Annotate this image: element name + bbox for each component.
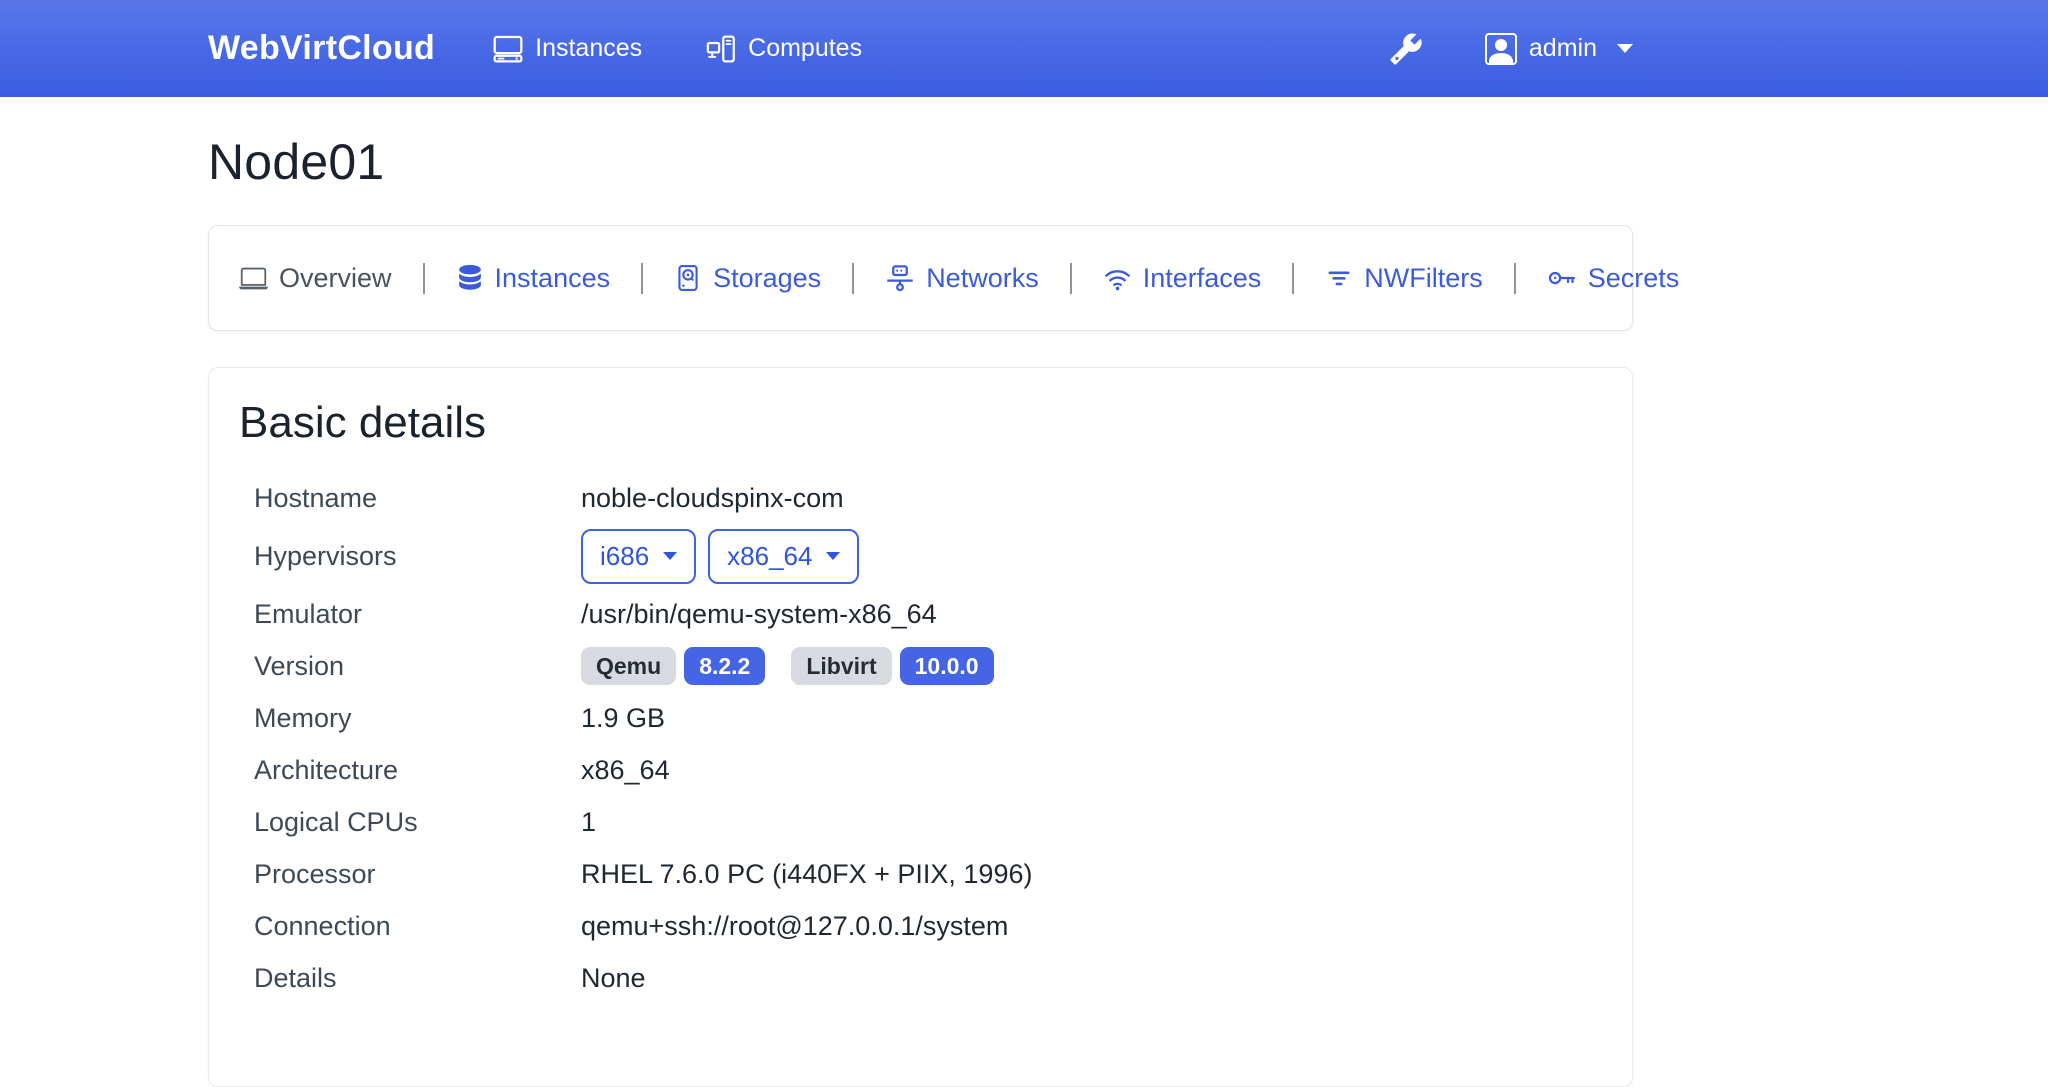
hypervisor-dropdown-label: i686 bbox=[600, 541, 649, 572]
hdd-icon bbox=[674, 264, 702, 292]
tab-secrets-label: Secrets bbox=[1588, 263, 1680, 294]
laptop-icon bbox=[239, 264, 268, 293]
navbar-inner: WebVirtCloud Instances bbox=[208, 0, 1633, 97]
version-badge-qemu: Qemu bbox=[581, 647, 676, 685]
detail-row-version: Version Qemu 8.2.2 Libvirt 10.0.0 bbox=[239, 640, 1602, 692]
tab-networks[interactable]: Networks bbox=[885, 263, 1039, 294]
user-menu[interactable]: admin bbox=[1485, 33, 1633, 65]
detail-label: Emulator bbox=[239, 599, 581, 630]
detail-value: qemu+ssh://root@127.0.0.1/system bbox=[581, 911, 1602, 942]
tab-separator bbox=[423, 263, 425, 294]
tab-instances-label: Instances bbox=[495, 263, 611, 294]
detail-value: Qemu 8.2.2 Libvirt 10.0.0 bbox=[581, 647, 1602, 685]
detail-value: RHEL 7.6.0 PC (i440FX + PIIX, 1996) bbox=[581, 859, 1602, 890]
detail-label: Details bbox=[239, 963, 581, 994]
wifi-icon bbox=[1103, 264, 1132, 293]
nav-item-instances[interactable]: Instances bbox=[493, 34, 642, 64]
detail-row-memory: Memory 1.9 GB bbox=[239, 692, 1602, 744]
detail-label: Memory bbox=[239, 703, 581, 734]
chevron-down-icon bbox=[1617, 44, 1633, 53]
detail-row-hostname: Hostname noble-cloudspinx-com bbox=[239, 472, 1602, 524]
detail-label: Architecture bbox=[239, 755, 581, 786]
tab-nwfilters[interactable]: NWFilters bbox=[1325, 263, 1482, 294]
tab-secrets[interactable]: Secrets bbox=[1547, 263, 1680, 294]
detail-value: 1.9 GB bbox=[581, 703, 1602, 734]
database-icon bbox=[456, 264, 484, 292]
basic-details-card: Basic details Hostname noble-cloudspinx-… bbox=[208, 367, 1633, 1087]
detail-label: Connection bbox=[239, 911, 581, 942]
detail-row-connection: Connection qemu+ssh://root@127.0.0.1/sys… bbox=[239, 900, 1602, 952]
app-brand[interactable]: WebVirtCloud bbox=[208, 29, 435, 68]
detail-label: Hypervisors bbox=[239, 541, 581, 572]
tab-interfaces[interactable]: Interfaces bbox=[1103, 263, 1262, 294]
main-content: Node01 Overview Instances bbox=[208, 133, 1633, 1087]
pc-display-icon bbox=[493, 34, 523, 64]
wrench-icon[interactable] bbox=[1389, 32, 1423, 66]
nav-computes-label: Computes bbox=[748, 34, 862, 63]
key-icon bbox=[1547, 263, 1577, 293]
filter-icon bbox=[1325, 264, 1353, 292]
detail-value: noble-cloudspinx-com bbox=[581, 483, 1602, 514]
detail-row-hypervisors: Hypervisors i686 x86_64 bbox=[239, 524, 1602, 588]
version-badge-qemu-version: 8.2.2 bbox=[684, 647, 765, 685]
version-badge-libvirt-version: 10.0.0 bbox=[900, 647, 994, 685]
page-title: Node01 bbox=[208, 133, 1633, 191]
detail-row-emulator: Emulator /usr/bin/qemu-system-x86_64 bbox=[239, 588, 1602, 640]
card-heading: Basic details bbox=[239, 398, 1602, 448]
detail-label: Version bbox=[239, 651, 581, 682]
detail-label: Logical CPUs bbox=[239, 807, 581, 838]
tab-storages[interactable]: Storages bbox=[674, 263, 821, 294]
chevron-down-icon bbox=[663, 552, 677, 560]
detail-value: /usr/bin/qemu-system-x86_64 bbox=[581, 599, 1602, 630]
person-square-icon bbox=[1485, 33, 1517, 65]
detail-value: None bbox=[581, 963, 1602, 994]
tab-separator bbox=[1292, 263, 1294, 294]
detail-value: 1 bbox=[581, 807, 1602, 838]
tab-interfaces-label: Interfaces bbox=[1143, 263, 1262, 294]
tab-overview[interactable]: Overview bbox=[239, 263, 392, 294]
tab-nwfilters-label: NWFilters bbox=[1364, 263, 1482, 294]
tab-storages-label: Storages bbox=[713, 263, 821, 294]
hypervisor-dropdown-label: x86_64 bbox=[727, 541, 812, 572]
tab-separator bbox=[641, 263, 643, 294]
pc-tower-icon bbox=[706, 34, 736, 64]
tab-separator bbox=[1514, 263, 1516, 294]
nav-item-computes[interactable]: Computes bbox=[706, 34, 862, 64]
detail-row-architecture: Architecture x86_64 bbox=[239, 744, 1602, 796]
node-tab-bar: Overview Instances bbox=[208, 225, 1633, 331]
top-navbar: WebVirtCloud Instances bbox=[0, 0, 2048, 97]
tab-separator bbox=[1070, 263, 1072, 294]
chevron-down-icon bbox=[826, 552, 840, 560]
detail-row-processor: Processor RHEL 7.6.0 PC (i440FX + PIIX, … bbox=[239, 848, 1602, 900]
navbar-right: admin bbox=[1389, 32, 1633, 66]
detail-row-logical-cpus: Logical CPUs 1 bbox=[239, 796, 1602, 848]
hypervisor-dropdown-i686[interactable]: i686 bbox=[581, 529, 696, 584]
detail-row-details: Details None bbox=[239, 952, 1602, 1004]
tab-instances[interactable]: Instances bbox=[456, 263, 611, 294]
detail-label: Hostname bbox=[239, 483, 581, 514]
tab-overview-label: Overview bbox=[279, 263, 392, 294]
detail-label: Processor bbox=[239, 859, 581, 890]
nav-instances-label: Instances bbox=[535, 34, 642, 63]
user-name: admin bbox=[1529, 34, 1597, 63]
tab-separator bbox=[852, 263, 854, 294]
detail-value: x86_64 bbox=[581, 755, 1602, 786]
version-badge-libvirt: Libvirt bbox=[791, 647, 891, 685]
hypervisor-dropdown-x86_64[interactable]: x86_64 bbox=[708, 529, 859, 584]
network-icon bbox=[885, 263, 915, 293]
tab-networks-label: Networks bbox=[926, 263, 1039, 294]
detail-value: i686 x86_64 bbox=[581, 529, 1602, 584]
